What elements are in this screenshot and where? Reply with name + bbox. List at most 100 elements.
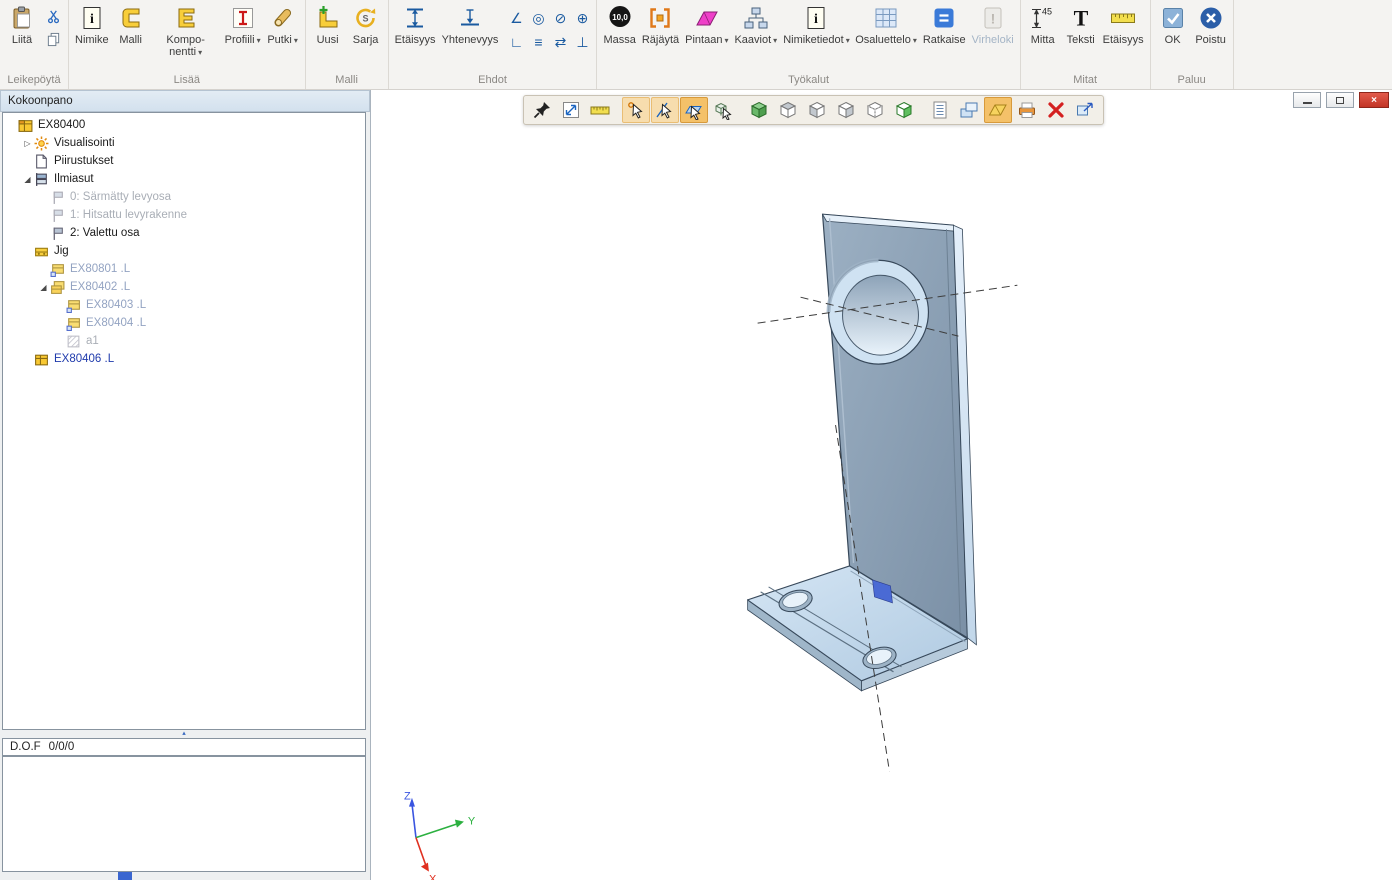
close-button[interactable]: × — [1359, 92, 1389, 108]
view-iso-button[interactable] — [861, 97, 889, 123]
etaisyys-mitta-button[interactable]: Etäisyys — [1100, 2, 1147, 46]
structure-button[interactable] — [955, 97, 983, 123]
rightangle-constraint-button[interactable]: ∟ — [505, 30, 527, 54]
delete-red-icon — [1046, 100, 1066, 120]
teksti-label: Teksti — [1067, 34, 1095, 46]
minimize-button[interactable] — [1293, 92, 1321, 108]
window-view-button[interactable] — [1071, 97, 1099, 123]
tree-item-ex80404-l[interactable]: EX80404 .L — [3, 314, 365, 332]
swap-constraint-button[interactable]: ⇄ — [549, 30, 571, 54]
etaisyys-ehto-button[interactable]: Etäisyys — [392, 2, 439, 46]
plot-button[interactable] — [1013, 97, 1041, 123]
komponentti-button[interactable]: Kompo-nentti▾ — [150, 2, 222, 59]
tree-item-a1[interactable]: a1 — [3, 332, 365, 350]
workplane-button[interactable] — [984, 97, 1012, 123]
hatch-icon — [66, 334, 81, 349]
select-face-button[interactable] — [680, 97, 708, 123]
taskbar-fragment — [118, 872, 132, 880]
malli-button[interactable]: Malli — [112, 2, 150, 46]
tree-item-ex80400[interactable]: EX80400 — [3, 116, 365, 134]
poistu-button[interactable]: Poistu — [1192, 2, 1230, 46]
perpendicular-constraint-button[interactable]: ⊥ — [571, 30, 593, 54]
view-front-button[interactable] — [803, 97, 831, 123]
expander-expanded-icon[interactable]: ◢ — [37, 283, 50, 292]
expander-collapsed-icon[interactable]: ▷ — [21, 139, 34, 148]
ok-icon — [1160, 5, 1186, 31]
group-label: Työkalut — [600, 72, 1016, 89]
assembly-tree: EX80400▷VisualisointiPiirustukset◢Ilmias… — [2, 112, 366, 730]
measure-button[interactable] — [586, 97, 614, 123]
dropdown-arrow-icon: ▾ — [846, 36, 850, 45]
tree-item-jig[interactable]: Jig — [3, 242, 365, 260]
button-text: Mitta — [1031, 34, 1055, 46]
maximize-button[interactable] — [1326, 92, 1354, 108]
tree-item-piirustukset[interactable]: Piirustukset — [3, 152, 365, 170]
liita-button[interactable]: Liitä — [3, 2, 41, 46]
yhtenevyys-button[interactable]: Yhtenevyys — [439, 2, 502, 46]
ok-button[interactable]: OK — [1154, 2, 1192, 46]
view-side-button[interactable] — [832, 97, 860, 123]
snap-cursor-icon — [626, 100, 646, 120]
component-ref-icon — [66, 316, 81, 331]
feature-list-button[interactable] — [926, 97, 954, 123]
virheloki-button: !Virheloki — [969, 2, 1017, 46]
viewport-3d[interactable]: × — [370, 90, 1392, 880]
model-3d-bracket[interactable]: Z Y X — [371, 90, 1392, 880]
plate-hole-bore[interactable] — [843, 275, 919, 355]
tree-item-2-valettu-osa[interactable]: 2: Valettu osa — [3, 224, 365, 242]
massa-button[interactable]: 10,0Massa — [600, 2, 638, 46]
tree-item-1-hitsattu-levyrakenne[interactable]: 1: Hitsattu levyrakenne — [3, 206, 365, 224]
view-shaded-button[interactable] — [890, 97, 918, 123]
tree-item-ex80403-l[interactable]: EX80403 .L — [3, 296, 365, 314]
dof-label: D.O.F — [10, 741, 41, 753]
profiili-button[interactable]: Profiili▾ — [222, 2, 264, 47]
view-top-button[interactable] — [774, 97, 802, 123]
putki-button[interactable]: Putki▾ — [264, 2, 302, 47]
cube-top-icon — [778, 100, 798, 120]
tangent-constraint-button[interactable]: ⊘ — [549, 6, 571, 30]
osaluettelo-button[interactable]: Osaluettelo▾ — [852, 2, 920, 47]
parallel-constraint-icon: ≡ — [534, 34, 542, 50]
rajayta-button[interactable]: Räjäytä — [639, 2, 682, 46]
nimiketiedot-button[interactable]: iNimiketiedot▾ — [780, 2, 852, 47]
kaaviot-button[interactable]: Kaaviot▾ — [731, 2, 780, 47]
symmetry-constraint-button[interactable]: ⊕ — [571, 6, 593, 30]
liita-label: Liitä — [12, 34, 32, 46]
concentric-constraint-button[interactable]: ◎ — [527, 6, 549, 30]
teksti-button[interactable]: TTeksti — [1062, 2, 1100, 46]
tree-item-0-s-rm-tty-levyosa[interactable]: 0: Särmätty levyosa — [3, 188, 365, 206]
tree-item-ilmiasut[interactable]: ◢Ilmiasut — [3, 170, 365, 188]
panel-splitter[interactable]: ▴ — [2, 730, 366, 738]
tree-item-ex80402-l[interactable]: ◢EX80402 .L — [3, 278, 365, 296]
mitta-button[interactable]: 45Mitta — [1024, 2, 1062, 46]
select-part-icon — [713, 100, 733, 120]
delete-button[interactable] — [1042, 97, 1070, 123]
select-edge-button[interactable] — [651, 97, 679, 123]
rightangle-constraint-icon: ∟ — [510, 34, 524, 50]
uusi-button[interactable]: Uusi — [309, 2, 347, 46]
nimike-button[interactable]: iNimike — [72, 2, 112, 46]
sarja-button[interactable]: SSarja — [347, 2, 385, 46]
exit-icon — [1198, 5, 1224, 31]
group-label: Mitat — [1024, 72, 1147, 89]
expander-expanded-icon[interactable]: ◢ — [21, 175, 34, 184]
parallel-constraint-button[interactable]: ≡ — [527, 30, 549, 54]
ratkaise-button[interactable]: Ratkaise — [920, 2, 969, 46]
massa-label: Massa — [603, 34, 635, 46]
select-face-icon — [684, 100, 704, 120]
ruler-small-icon — [590, 100, 610, 120]
show-solid-button[interactable] — [745, 97, 773, 123]
tree-item-visualisointi[interactable]: ▷Visualisointi — [3, 134, 365, 152]
select-part-button[interactable] — [709, 97, 737, 123]
svg-text:S: S — [362, 14, 368, 24]
leikkaa-button[interactable] — [44, 7, 62, 25]
tree-item-ex80801-l[interactable]: EX80801 .L — [3, 260, 365, 278]
zoom-fit-button[interactable] — [557, 97, 585, 123]
pintaan-button[interactable]: Pintaan▾ — [682, 2, 731, 47]
pin-button[interactable] — [528, 97, 556, 123]
kopioi-button[interactable] — [44, 30, 62, 48]
angle-constraint-button[interactable]: ∠ — [505, 6, 527, 30]
dropdown-arrow-icon: ▾ — [294, 36, 298, 45]
snap-point-button[interactable] — [622, 97, 650, 123]
tree-item-ex80406-l[interactable]: EX80406 .L — [3, 350, 365, 368]
